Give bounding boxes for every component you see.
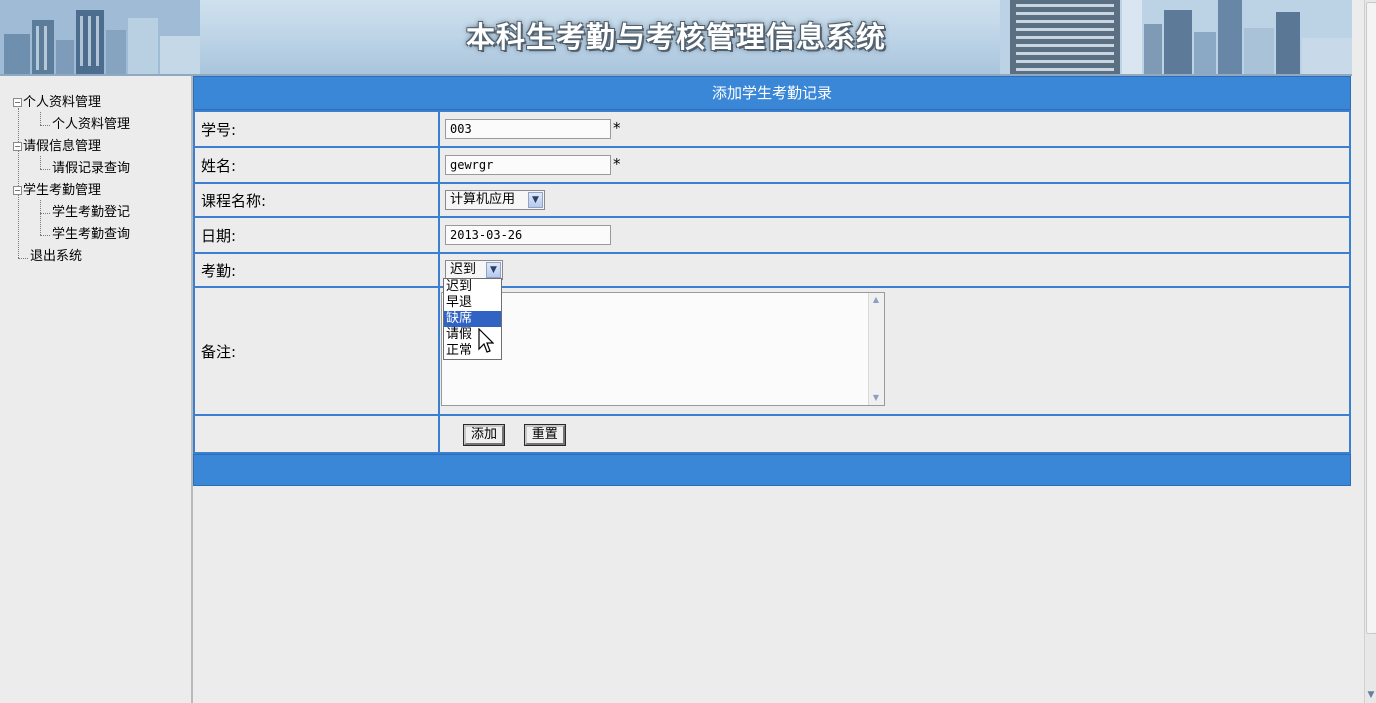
date-label: 日期: [193, 216, 440, 254]
textarea-scrollbar[interactable]: ▲ ▼ [868, 293, 884, 405]
header-banner: 本科生考勤与考核管理信息系统 [0, 0, 1352, 76]
row-attendance: 考勤: 迟到 ▼ [193, 252, 1351, 288]
add-button[interactable]: 添加 [464, 424, 505, 445]
row-course: 课程名称: 计算机应用 ▼ [193, 182, 1351, 218]
mouse-pointer-icon [478, 328, 494, 353]
student-id-input[interactable] [445, 119, 611, 139]
name-label: 姓名: [193, 146, 440, 184]
chevron-down-icon[interactable]: ▼ [486, 262, 501, 278]
tree-group-leave[interactable]: − 请假信息管理 [13, 137, 101, 157]
tree-item-profile[interactable]: 个人资料管理 [52, 115, 130, 135]
attendance-label: 考勤: [193, 252, 440, 288]
remark-textarea[interactable]: ▲ ▼ [441, 292, 885, 406]
student-id-label: 学号: [193, 110, 440, 148]
tree-group-attendance[interactable]: − 学生考勤管理 [13, 181, 101, 201]
required-mark: * [613, 119, 621, 137]
row-date: 日期: [193, 216, 1351, 254]
course-label: 课程名称: [193, 182, 440, 218]
tree-item-attendance-query[interactable]: 学生考勤查询 [52, 225, 130, 245]
collapse-icon[interactable]: − [13, 186, 22, 195]
tree-item-attendance-register[interactable]: 学生考勤登记 [52, 203, 130, 223]
row-buttons: 添加 重置 [193, 414, 1351, 454]
attendance-form: 添加学生考勤记录 学号: * 姓名: * 课程名称: 计算机应用 ▼ 日期: [193, 76, 1351, 486]
sidebar-tree: − 个人资料管理 个人资料管理 − 请假信息管理 请假记录查询 − 学生考勤管理 学生… [0, 76, 193, 703]
form-footer-bar [193, 454, 1351, 486]
scroll-up-icon[interactable]: ▲ [871, 295, 881, 305]
form-title: 添加学生考勤记录 [193, 76, 1351, 110]
dropdown-option[interactable]: 迟到 [444, 279, 501, 295]
reset-button[interactable]: 重置 [524, 424, 565, 445]
row-student-id: 学号: * [193, 110, 1351, 148]
scroll-down-icon[interactable]: ▼ [871, 393, 881, 403]
collapse-icon[interactable]: − [13, 98, 22, 107]
scrollbar-thumb[interactable] [1366, 2, 1376, 634]
remark-label: 备注: [193, 286, 440, 416]
attendance-select[interactable]: 迟到 ▼ [445, 260, 503, 280]
dropdown-option[interactable]: 早退 [444, 295, 501, 311]
dropdown-option-highlighted[interactable]: 缺席 [444, 311, 501, 327]
scroll-down-icon[interactable]: ▼ [1366, 689, 1376, 701]
tree-item-leave-query[interactable]: 请假记录查询 [52, 159, 130, 179]
collapse-icon[interactable]: − [13, 142, 22, 151]
required-mark: * [613, 155, 621, 173]
row-name: 姓名: * [193, 146, 1351, 184]
tree-item-exit[interactable]: 退出系统 [30, 247, 82, 267]
system-title: 本科生考勤与考核管理信息系统 [465, 20, 886, 54]
chevron-down-icon[interactable]: ▼ [528, 192, 543, 208]
course-select[interactable]: 计算机应用 ▼ [445, 190, 545, 210]
name-input[interactable] [445, 155, 611, 175]
tree-group-profile[interactable]: − 个人资料管理 [13, 93, 101, 113]
page-scrollbar[interactable]: ▼ [1364, 0, 1376, 703]
date-input[interactable] [445, 225, 611, 245]
